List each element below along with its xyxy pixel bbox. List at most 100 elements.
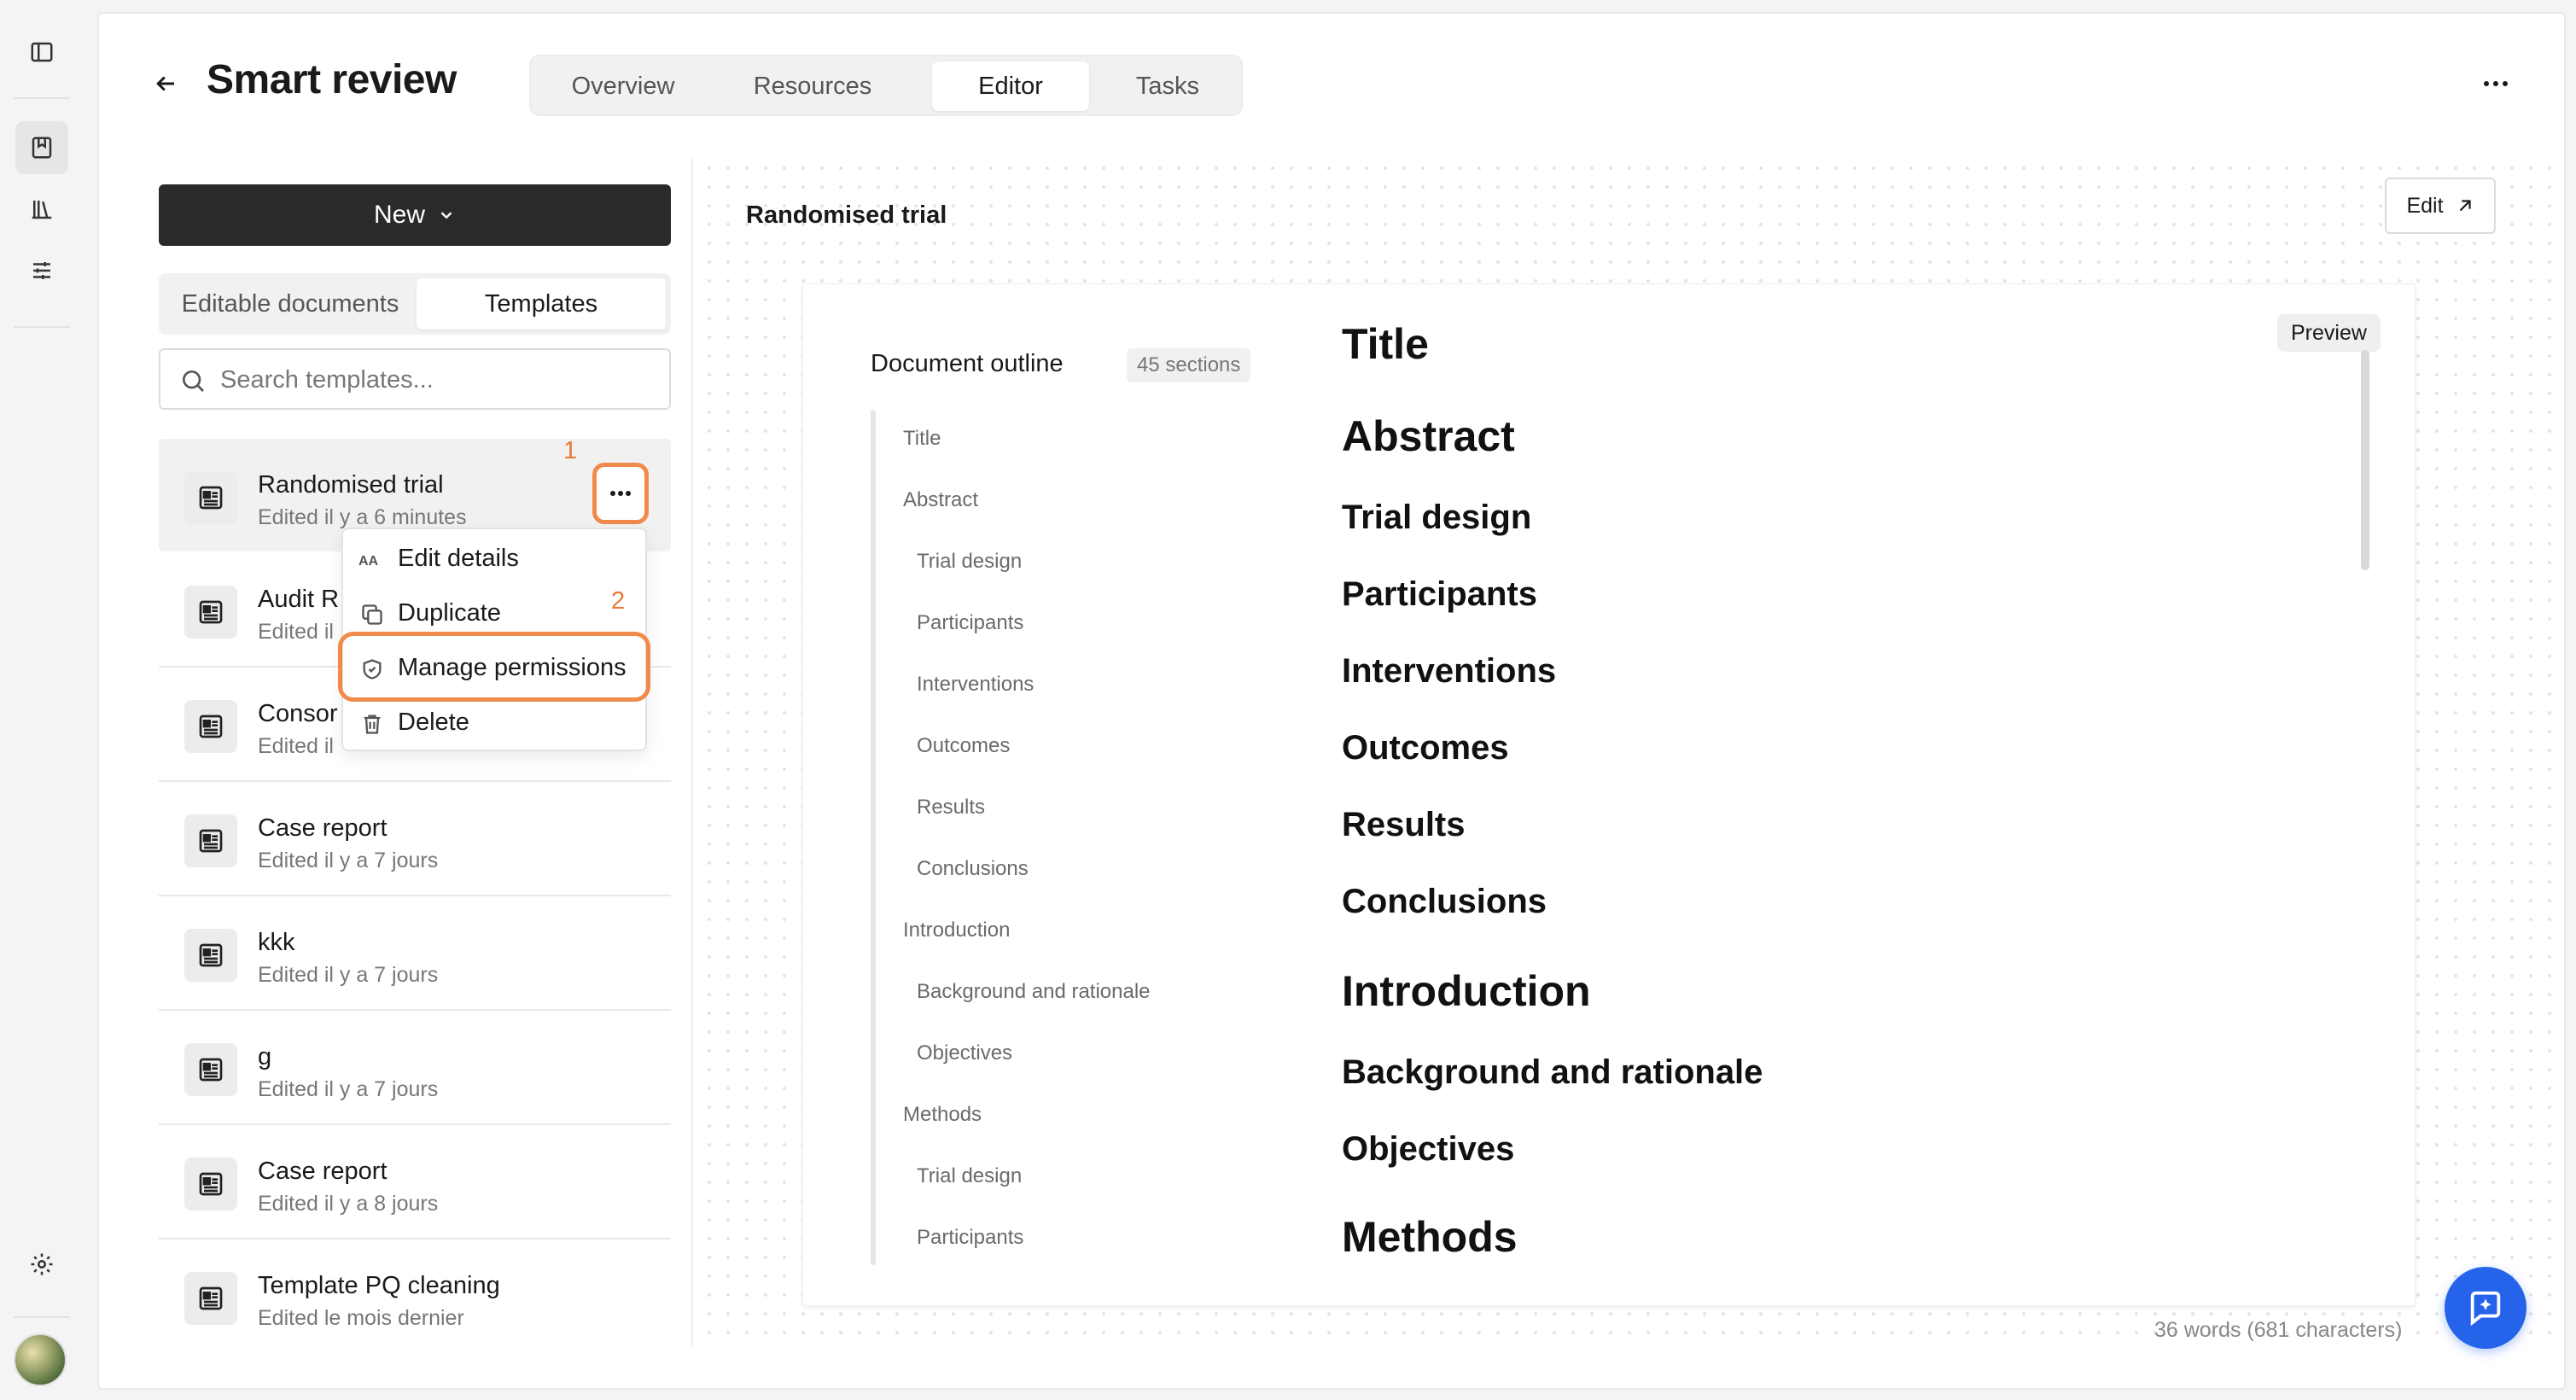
new-button[interactable]: New <box>159 184 671 246</box>
settings-gear-icon[interactable] <box>15 1238 68 1291</box>
segment-templates[interactable]: Templates <box>417 278 666 330</box>
outline-item[interactable]: Title <box>903 427 941 451</box>
outline-item[interactable]: Background and rationale <box>917 980 1151 1004</box>
segment-editable-documents[interactable]: Editable documents <box>164 278 417 330</box>
template-doc-icon <box>184 586 237 639</box>
back-arrow-icon[interactable] <box>150 68 181 99</box>
app-rail <box>0 0 85 1400</box>
preview-heading: Interventions <box>1342 652 1557 690</box>
sidebar-toggle-icon[interactable] <box>15 26 68 79</box>
outline-item[interactable]: Trial design <box>917 1164 1022 1188</box>
menu-item-label: Delete <box>398 709 469 736</box>
outline-item[interactable]: Objectives <box>917 1041 1012 1065</box>
outline-title: Document outline <box>871 350 1064 377</box>
template-name: kkk <box>258 929 295 956</box>
duplicate-icon <box>358 601 386 628</box>
preview-heading: Results <box>1342 806 1466 843</box>
search-input[interactable] <box>220 359 656 401</box>
preview-heading: Abstract <box>1342 412 1515 460</box>
tab-resources[interactable]: Resources <box>727 61 898 111</box>
outline-item[interactable]: Participants <box>917 1226 1023 1250</box>
template-doc-icon <box>184 700 237 753</box>
template-name: Template PQ cleaning <box>258 1272 500 1299</box>
template-meta: Edited il y a 7 jours <box>258 1077 439 1101</box>
svg-text:AA: AA <box>358 554 379 569</box>
template-name: Case report <box>258 814 388 842</box>
preview-heading: Background and rationale <box>1342 1053 1763 1091</box>
tab-editor[interactable]: Editor <box>932 61 1089 111</box>
outline-item[interactable]: Trial design <box>917 550 1022 574</box>
ai-chat-button[interactable] <box>2445 1267 2526 1349</box>
new-button-label: New <box>373 201 425 229</box>
preview-heading: Objectives <box>1342 1130 1515 1168</box>
more-options-icon[interactable] <box>2479 68 2513 99</box>
chevron-down-icon <box>440 212 452 219</box>
highlight-outline <box>338 632 650 702</box>
external-arrow-icon <box>2459 200 2471 212</box>
template-name: g <box>258 1043 272 1070</box>
document-type-toggle: Editable documents Templates <box>159 273 671 335</box>
template-meta: Edited il <box>258 620 334 644</box>
bookmark-icon[interactable] <box>15 121 68 174</box>
document-paper <box>802 283 2416 1306</box>
list-item[interactable]: Case report Edited il y a 8 jours <box>159 1125 671 1240</box>
tab-overview[interactable]: Overview <box>538 61 708 111</box>
template-meta: Edited il y a 8 jours <box>258 1192 439 1216</box>
preview-heading: Trial design <box>1342 499 1532 536</box>
template-doc-icon <box>184 1272 237 1325</box>
outline-item[interactable]: Outcomes <box>917 734 1010 758</box>
outline-item[interactable]: Methods <box>903 1103 982 1127</box>
sections-count-badge: 45 sections <box>1127 348 1251 382</box>
rail-divider <box>14 97 70 99</box>
preview-heading: Title <box>1342 320 1429 368</box>
view-tabs: Overview Resources Editor Tasks <box>529 55 1243 116</box>
text-size-icon: AA <box>358 546 386 574</box>
menu-item-delete[interactable]: Delete <box>343 697 645 750</box>
document-title: Randomised trial <box>746 201 947 229</box>
tab-tasks[interactable]: Tasks <box>1098 61 1238 111</box>
menu-item-edit-details[interactable]: AA Edit details <box>343 533 645 586</box>
list-item[interactable]: g Edited il y a 7 jours <box>159 1011 671 1125</box>
template-doc-icon <box>184 471 237 524</box>
preview-scrollbar[interactable] <box>2361 350 2369 570</box>
template-name: Case report <box>258 1158 388 1185</box>
outline-item[interactable]: Introduction <box>903 919 1010 942</box>
outline-item[interactable]: Results <box>917 796 985 820</box>
user-avatar[interactable] <box>14 1333 67 1386</box>
panel-divider <box>691 159 693 1345</box>
template-name: Randomised trial <box>258 471 444 499</box>
search-box <box>159 348 671 410</box>
template-name: Audit R <box>258 586 340 613</box>
edit-button-label: Edit <box>2406 193 2444 218</box>
outline-item[interactable]: Abstract <box>903 488 978 512</box>
preview-heading: Outcomes <box>1342 729 1509 767</box>
outline-item[interactable]: Participants <box>917 611 1023 635</box>
item-more-button[interactable] <box>592 463 649 524</box>
list-item[interactable]: Case report Edited il y a 7 jours <box>159 782 671 896</box>
rail-divider <box>14 1316 70 1318</box>
template-doc-icon <box>184 929 237 982</box>
template-meta: Edited il y a 7 jours <box>258 963 439 987</box>
template-meta: Edited il y a 7 jours <box>258 849 439 872</box>
preview-heading: Methods <box>1342 1213 1518 1261</box>
page-title: Smart review <box>207 57 457 102</box>
outline-item[interactable]: Conclusions <box>917 857 1029 881</box>
preview-badge: Preview <box>2277 314 2381 352</box>
sliders-icon[interactable] <box>15 244 68 297</box>
outline-item[interactable]: Interventions <box>917 673 1034 697</box>
template-doc-icon <box>184 1158 237 1210</box>
template-name: Consor <box>258 700 338 727</box>
rail-divider <box>14 326 70 328</box>
template-meta: Edited le mois dernier <box>258 1306 464 1330</box>
list-item[interactable]: Template PQ cleaning Edited le mois dern… <box>159 1240 671 1352</box>
outline-rail <box>871 410 876 1265</box>
library-icon[interactable] <box>15 183 68 236</box>
preview-heading: Participants <box>1342 575 1537 613</box>
menu-item-label: Edit details <box>398 545 519 572</box>
template-doc-icon <box>184 1043 237 1096</box>
trash-icon <box>358 710 386 738</box>
ellipsis-icon <box>610 491 631 496</box>
list-item[interactable]: kkk Edited il y a 7 jours <box>159 896 671 1011</box>
word-count: 36 words (681 characters) <box>2154 1318 2403 1342</box>
edit-button[interactable]: Edit <box>2385 178 2496 234</box>
